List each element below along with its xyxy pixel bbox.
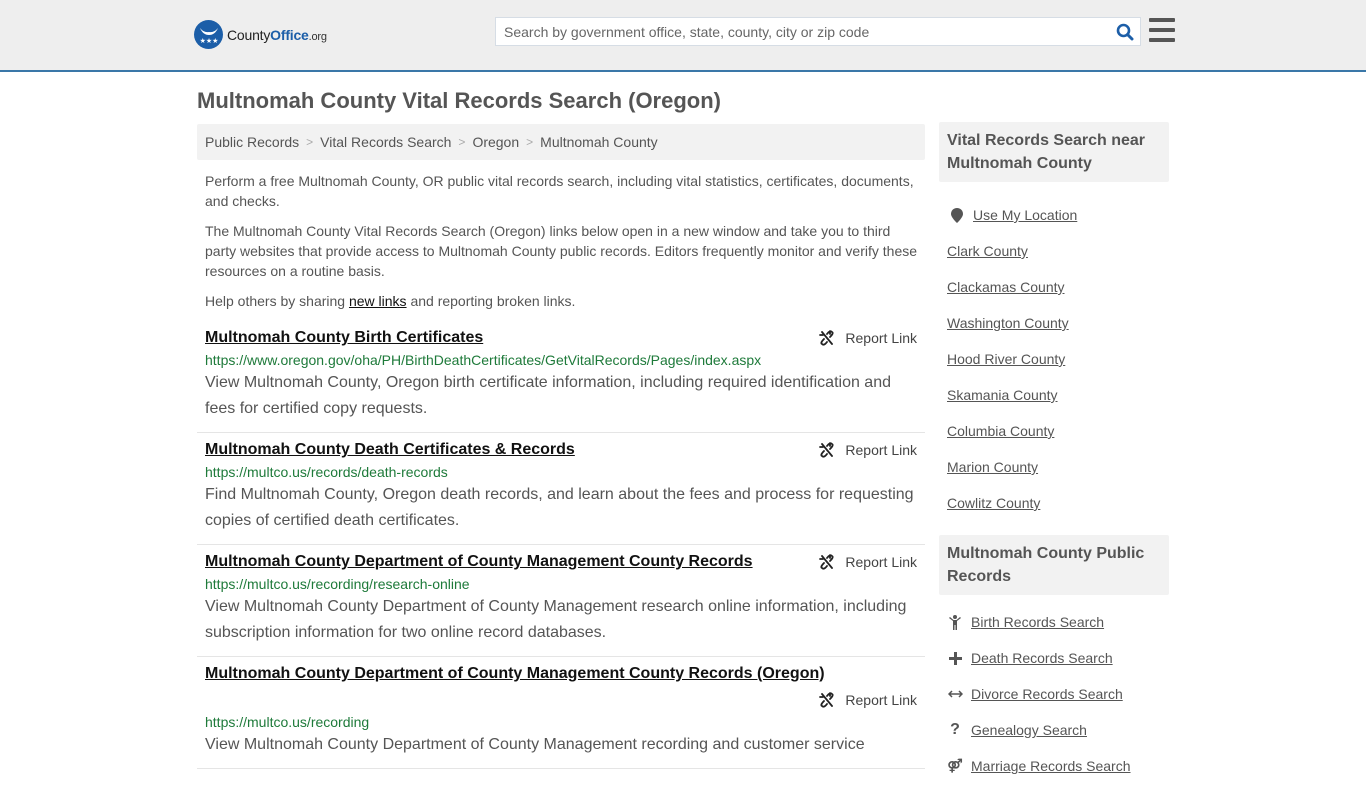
plus-icon — [947, 651, 963, 665]
search-button[interactable] — [1110, 18, 1140, 45]
result-title-link[interactable]: Multnomah County Department of County Ma… — [205, 551, 753, 573]
public-record-item: Birth Records Search — [947, 604, 1161, 640]
site-logo[interactable]: ★★★ CountyOffice.org — [194, 20, 327, 49]
nearby-county-item: Clark County — [947, 233, 1161, 269]
report-link-button[interactable]: Report Link — [819, 327, 917, 349]
menu-bar — [1149, 28, 1175, 32]
logo-text: CountyOffice.org — [227, 26, 327, 43]
report-link-button[interactable]: Report Link — [819, 551, 917, 573]
broken-link-icon — [819, 692, 834, 708]
result-description: View Multnomah County Department of Coun… — [205, 598, 907, 641]
broken-link-icon — [819, 442, 834, 458]
report-link-button[interactable]: Report Link — [819, 689, 917, 711]
breadcrumb-public-records[interactable]: Public Records — [205, 134, 299, 150]
svg-text:★★★: ★★★ — [199, 37, 218, 45]
intro-paragraph: The Multnomah County Vital Records Searc… — [205, 223, 918, 279]
nearby-list: Use My Location Clark County Clackamas C… — [939, 182, 1169, 531]
result-url: https://multco.us/recording/research-onl… — [205, 576, 470, 592]
intro-share-paragraph: Help others by sharing new links and rep… — [205, 293, 576, 309]
result-url: https://multco.us/recording — [205, 714, 370, 730]
nearby-county-link[interactable]: Cowlitz County — [947, 495, 1040, 511]
public-record-item: Divorce Records Search — [947, 676, 1161, 712]
nearby-county-item: Hood River County — [947, 341, 1161, 377]
child-icon — [947, 614, 963, 630]
nearby-county-item: Washington County — [947, 305, 1161, 341]
question-icon: ? — [950, 721, 960, 738]
intro-text: Perform a free Multnomah County, OR publ… — [197, 171, 925, 311]
use-location-item: Use My Location — [949, 197, 1161, 233]
nearby-county-link[interactable]: Columbia County — [947, 423, 1054, 439]
breadcrumb-separator: > — [458, 135, 466, 149]
result-title-link[interactable]: Multnomah County Birth Certificates — [205, 327, 483, 349]
broken-link-icon — [819, 330, 834, 346]
breadcrumb-oregon[interactable]: Oregon — [472, 134, 519, 150]
map-marker-icon — [949, 207, 965, 223]
use-my-location-link[interactable]: Use My Location — [973, 207, 1077, 223]
search-bar — [495, 17, 1141, 46]
breadcrumb-vital-records[interactable]: Vital Records Search — [320, 134, 451, 150]
broken-link-icon — [819, 554, 834, 570]
result-description: Find Multnomah County, Oregon death reco… — [205, 486, 914, 529]
nearby-county-link[interactable]: Washington County — [947, 315, 1069, 331]
arrows-horizontal-icon — [947, 689, 963, 699]
public-records-list: Birth Records Search Death Records Searc… — [939, 595, 1169, 794]
public-record-link[interactable]: Genealogy Search — [971, 722, 1087, 738]
main-content: Public Records > Vital Records Search > … — [197, 124, 925, 769]
public-record-link[interactable]: Birth Records Search — [971, 614, 1104, 630]
nearby-heading: Vital Records Search near Multnomah Coun… — [939, 122, 1169, 182]
breadcrumb-current: Multnomah County — [540, 134, 658, 150]
result-description: View Multnomah County Department of Coun… — [205, 736, 865, 753]
nearby-county-link[interactable]: Hood River County — [947, 351, 1065, 367]
new-links-link[interactable]: new links — [349, 293, 407, 309]
sidebar: Vital Records Search near Multnomah Coun… — [939, 122, 1169, 794]
nearby-county-link[interactable]: Clackamas County — [947, 279, 1065, 295]
result-item: Multnomah County Birth Certificates Repo… — [197, 321, 925, 433]
public-record-link[interactable]: Divorce Records Search — [971, 686, 1123, 702]
site-header: ★★★ CountyOffice.org — [0, 0, 1366, 72]
intro-paragraph: Perform a free Multnomah County, OR publ… — [205, 173, 914, 209]
result-url: https://www.oregon.gov/oha/PH/BirthDeath… — [205, 352, 762, 368]
public-record-item: ⚤ Marriage Records Search — [947, 748, 1161, 784]
menu-bar — [1149, 38, 1175, 42]
public-records-heading: Multnomah County Public Records — [939, 535, 1169, 595]
nearby-county-item: Skamania County — [947, 377, 1161, 413]
logo-eagle-icon: ★★★ — [194, 20, 223, 49]
breadcrumb-separator: > — [306, 135, 314, 149]
breadcrumb-separator: > — [526, 135, 534, 149]
nearby-county-item: Clackamas County — [947, 269, 1161, 305]
nearby-county-link[interactable]: Clark County — [947, 243, 1028, 259]
result-item: Multnomah County Department of County Ma… — [197, 657, 925, 769]
report-link-button[interactable]: Report Link — [819, 439, 917, 461]
result-title-link[interactable]: Multnomah County Death Certificates & Re… — [205, 439, 575, 461]
search-icon — [1116, 23, 1134, 40]
nearby-county-link[interactable]: Marion County — [947, 459, 1038, 475]
result-title-link[interactable]: Multnomah County Department of County Ma… — [205, 663, 825, 685]
marriage-icon: ⚤ — [947, 758, 963, 773]
hamburger-menu-button[interactable] — [1149, 18, 1175, 42]
result-description: View Multnomah County, Oregon birth cert… — [205, 374, 891, 417]
nearby-county-item: Cowlitz County — [947, 485, 1161, 521]
nearby-county-item: Marion County — [947, 449, 1161, 485]
breadcrumb: Public Records > Vital Records Search > … — [197, 124, 925, 160]
result-item: Multnomah County Death Certificates & Re… — [197, 433, 925, 545]
nearby-county-item: Columbia County — [947, 413, 1161, 449]
public-record-item: ? Genealogy Search — [947, 712, 1161, 748]
result-item: Multnomah County Department of County Ma… — [197, 545, 925, 657]
nearby-county-link[interactable]: Skamania County — [947, 387, 1058, 403]
result-url: https://multco.us/records/death-records — [205, 464, 448, 480]
public-record-link[interactable]: Death Records Search — [971, 650, 1113, 666]
page-title: Multnomah County Vital Records Search (O… — [197, 88, 721, 113]
public-record-item: Death Records Search — [947, 640, 1161, 676]
search-input[interactable] — [496, 18, 1110, 45]
menu-bar — [1149, 18, 1175, 22]
public-record-link[interactable]: Marriage Records Search — [971, 758, 1131, 774]
